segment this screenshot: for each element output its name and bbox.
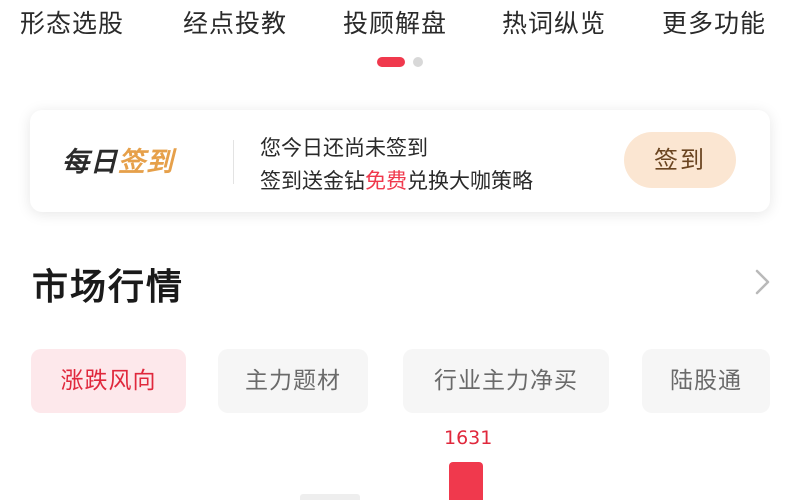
checkin-promo-text: 签到送金钻免费兑换大咖策略: [260, 165, 533, 195]
checkin-promo-highlight: 免费: [365, 169, 407, 193]
checkin-promo-prefix: 签到送金钻: [260, 169, 365, 193]
checkin-divider: [233, 140, 234, 184]
feature-item-more-functions[interactable]: 更多功能: [662, 4, 766, 40]
feature-item-investor-education[interactable]: 经点投教: [183, 4, 287, 40]
feature-item-advisor-commentary[interactable]: 投顾解盘: [343, 4, 447, 40]
checkin-promo-suffix: 兑换大咖策略: [407, 169, 533, 193]
tab-rise-fall-trend[interactable]: 涨跌风向: [31, 349, 186, 413]
checkin-button[interactable]: 签到: [624, 132, 736, 188]
tab-industry-net-buy[interactable]: 行业主力净买: [403, 349, 609, 413]
daily-checkin-logo-part1: 每日: [62, 147, 118, 178]
screen: 形态选股 经点投教 投顾解盘 热词纵览 更多功能 每日签到 您今日还尚未签到 签…: [0, 0, 800, 500]
page-indicator-dot: [413, 57, 423, 67]
chevron-right-icon[interactable]: [748, 266, 776, 298]
feature-nav: 形态选股 经点投教 投顾解盘 热词纵览 更多功能: [0, 0, 800, 48]
tab-stock-connect[interactable]: 陆股通: [642, 349, 770, 413]
chart-bar-value-label: 1631: [444, 427, 493, 449]
market-section-title: 市场行情: [32, 267, 185, 308]
checkin-status-text: 您今日还尚未签到: [260, 136, 428, 160]
feature-item-hot-words[interactable]: 热词纵览: [502, 4, 606, 40]
page-indicator-active-dot: [377, 57, 405, 67]
feature-item-pattern-stock-picking[interactable]: 形态选股: [20, 4, 124, 40]
daily-checkin-card: 每日签到 您今日还尚未签到 签到送金钻免费兑换大咖策略 签到: [30, 110, 770, 212]
daily-checkin-logo-part2: 签到: [118, 147, 174, 178]
tab-main-themes[interactable]: 主力题材: [218, 349, 368, 413]
chart-bar-faint: [300, 494, 360, 500]
daily-checkin-logo: 每日签到: [62, 140, 174, 179]
chart-bar: [449, 462, 483, 500]
